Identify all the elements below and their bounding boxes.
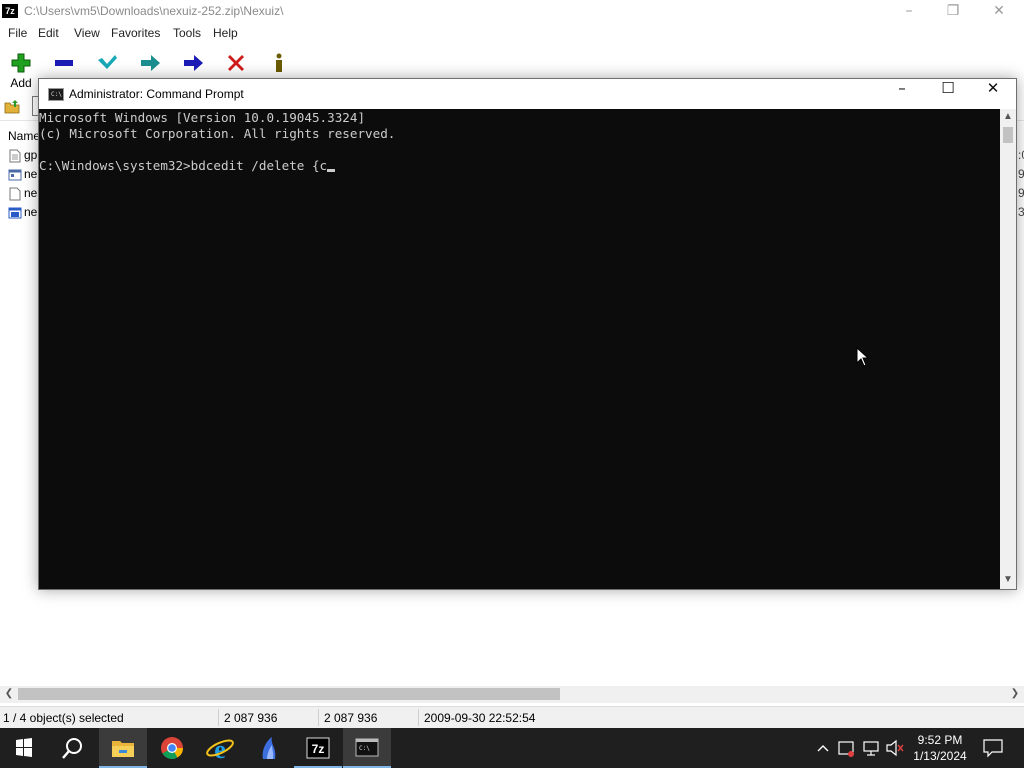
file-date-fragment: 9	[1018, 186, 1024, 200]
status-divider	[318, 709, 319, 726]
internet-explorer-icon: e	[206, 735, 234, 764]
tray-volume-icon[interactable]	[884, 728, 906, 768]
notification-icon	[983, 739, 1003, 758]
taskbar-file-explorer[interactable]	[99, 728, 147, 768]
menu-edit[interactable]: Edit	[38, 26, 59, 40]
app-window-icon	[8, 207, 22, 219]
cmd-title-bar[interactable]: C:\ Administrator: Command Prompt – ☐ ✕	[39, 79, 1016, 109]
chrome-icon	[161, 737, 183, 759]
removable-drive-icon	[838, 741, 854, 757]
blank-file-icon	[9, 187, 21, 201]
nexuiz-icon	[262, 737, 276, 759]
cmd-maximize-button[interactable]: ☐	[925, 79, 971, 109]
folder-icon	[112, 741, 134, 757]
file-name: ne	[24, 186, 38, 200]
plus-icon	[11, 53, 31, 73]
terminal-icon: C:\	[355, 738, 379, 757]
scroll-right-icon[interactable]: ❯	[1008, 687, 1022, 701]
svg-text:e: e	[214, 735, 226, 764]
check-icon	[98, 55, 117, 69]
7zip-icon: 7z	[306, 737, 330, 759]
taskbar-command-prompt[interactable]: C:\	[343, 728, 391, 768]
taskbar-chrome[interactable]	[148, 728, 196, 768]
cmd-minimize-button[interactable]: –	[879, 79, 925, 109]
taskbar-7zip[interactable]: 7z	[294, 728, 342, 768]
add-button[interactable]: Add	[0, 48, 40, 92]
cmd-window-title: Administrator: Command Prompt	[69, 87, 244, 101]
taskbar: e 7z C:\ 9:52 PM 1/13/2024	[0, 728, 1024, 768]
column-name-header[interactable]: Name	[8, 129, 40, 143]
file-name: ne	[24, 205, 38, 219]
taskbar-internet-explorer[interactable]: e	[196, 728, 244, 768]
prompt-command: C:\Windows\system32>bdcedit /delete {c	[39, 158, 328, 173]
modified-status: 2009-09-30 22:52:54	[424, 711, 536, 725]
console-prompt-line: C:\Windows\system32>bdcedit /delete {c	[39, 158, 1000, 174]
console-line: Microsoft Windows [Version 10.0.19045.33…	[39, 110, 366, 125]
cmd-close-button[interactable]: ✕	[970, 79, 1016, 109]
app-window-icon	[8, 169, 22, 181]
show-hidden-icons-button[interactable]	[814, 728, 832, 768]
restore-button[interactable]: ❐	[930, 0, 976, 23]
status-divider	[218, 709, 219, 726]
scroll-left-icon[interactable]: ❮	[2, 687, 16, 701]
info-icon	[276, 53, 282, 72]
scroll-up-icon[interactable]: ▲	[1001, 110, 1015, 124]
console-line: (c) Microsoft Corporation. All rights re…	[39, 126, 396, 141]
tray-safely-remove-icon[interactable]	[836, 728, 858, 768]
minus-icon	[55, 60, 73, 66]
file-name: ne	[24, 167, 38, 181]
minimize-button[interactable]: –	[886, 0, 932, 23]
scroll-thumb[interactable]	[18, 688, 560, 700]
tray-network-icon[interactable]	[860, 728, 882, 768]
file-name: gp	[24, 148, 38, 162]
7zip-app-icon: 7z	[2, 4, 18, 18]
svg-text:7z: 7z	[312, 742, 325, 756]
add-label: Add	[10, 76, 32, 90]
search-button[interactable]	[48, 728, 96, 768]
file-date-fragment: 3	[1018, 205, 1024, 219]
text-file-icon	[9, 149, 21, 163]
windows-logo-icon	[16, 738, 32, 757]
clock-time: 9:52 PM	[917, 733, 963, 747]
close-button[interactable]: ✕	[976, 0, 1022, 23]
text-cursor	[327, 169, 336, 172]
7zip-window-title: C:\Users\vm5\Downloads\nexuiz-252.zip\Ne…	[24, 4, 284, 18]
folder-up-icon[interactable]	[4, 98, 20, 114]
7zip-title-bar[interactable]: 7z C:\Users\vm5\Downloads\nexuiz-252.zip…	[0, 0, 1024, 23]
clock-date: 1/13/2024	[913, 749, 967, 763]
cmd-vertical-scrollbar[interactable]: ▲ ▼	[1000, 109, 1016, 589]
file-date-fragment: :0	[1018, 148, 1024, 162]
status-bar: 1 / 4 object(s) selected 2 087 936 2 087…	[0, 706, 1024, 728]
taskbar-nexuiz[interactable]	[245, 728, 293, 768]
volume-muted-icon	[886, 739, 904, 757]
menu-bar: File Edit View Favorites Tools Help	[0, 24, 1024, 42]
command-prompt-window: C:\ Administrator: Command Prompt – ☐ ✕ …	[38, 78, 1017, 590]
menu-help[interactable]: Help	[213, 26, 238, 40]
terminal-icon: C:\	[48, 88, 64, 101]
taskbar-clock[interactable]: 9:52 PM 1/13/2024	[906, 732, 974, 764]
menu-favorites[interactable]: Favorites	[111, 26, 160, 40]
menu-view[interactable]: View	[74, 26, 100, 40]
cmd-scroll-thumb[interactable]	[1003, 127, 1013, 143]
mouse-pointer-icon	[856, 347, 870, 367]
svg-text:C:\: C:\	[359, 745, 370, 752]
menu-file[interactable]: File	[8, 26, 27, 40]
horizontal-scrollbar[interactable]: ❮ ❯	[0, 686, 1024, 703]
start-button[interactable]	[0, 728, 48, 768]
action-center-button[interactable]	[978, 728, 1008, 768]
scroll-down-icon[interactable]: ▼	[1001, 573, 1015, 587]
network-icon	[863, 741, 879, 756]
size-status: 2 087 936	[224, 711, 278, 725]
selection-status: 1 / 4 object(s) selected	[3, 711, 124, 725]
status-divider	[418, 709, 419, 726]
file-date-fragment: 9	[1018, 167, 1024, 181]
delete-x-icon	[228, 55, 244, 71]
search-icon	[62, 738, 82, 759]
copy-arrow-icon	[141, 55, 160, 71]
packed-size-status: 2 087 936	[324, 711, 378, 725]
menu-tools[interactable]: Tools	[173, 26, 201, 40]
chevron-up-icon	[817, 745, 829, 752]
move-arrow-icon	[184, 55, 203, 71]
